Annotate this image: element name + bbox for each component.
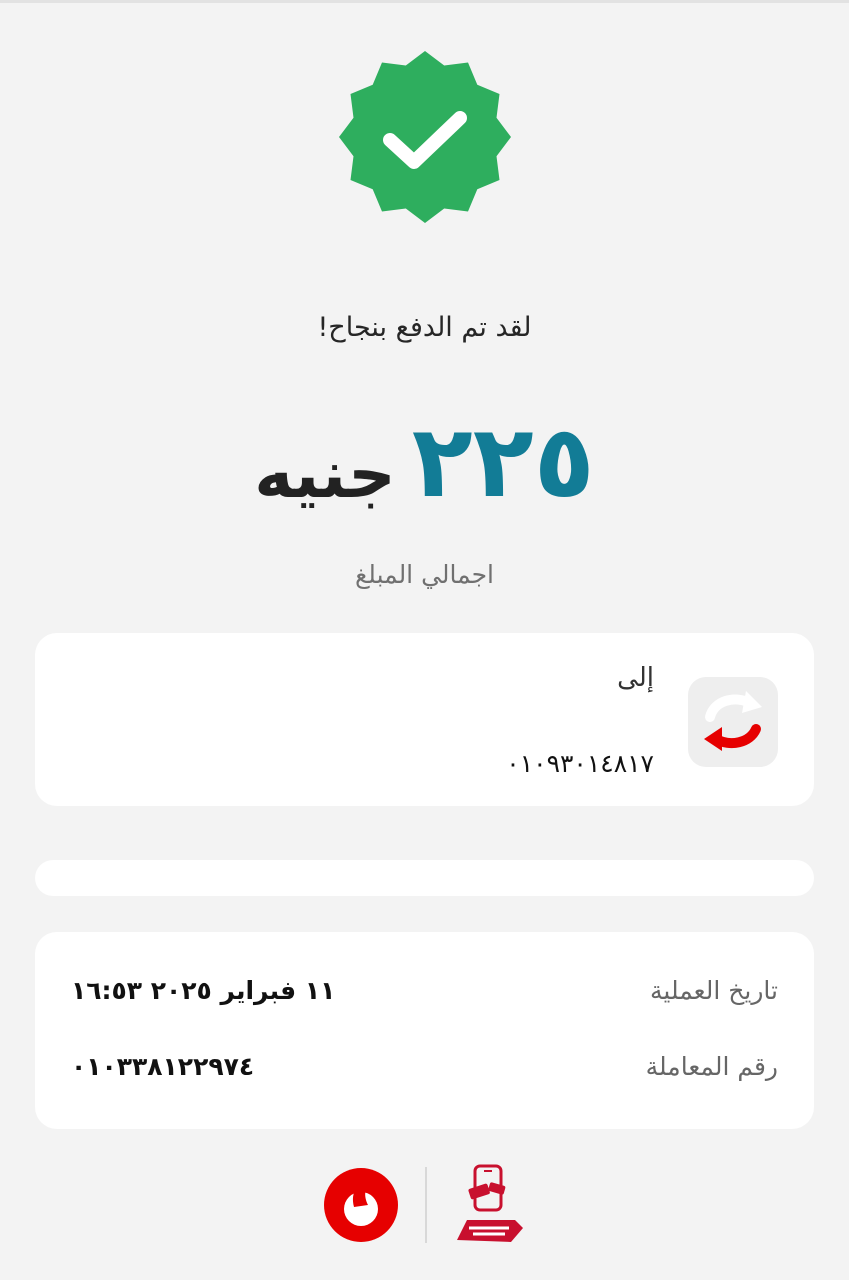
transaction-details-card: تاريخ العملية ١١ فبراير ٢٠٢٥ ١٦:٥٣ رقم ا… — [35, 932, 814, 1129]
recipient-number: ٠١٠٩٣٠١٤٨١٧ — [506, 749, 654, 778]
logo-divider — [424, 1167, 427, 1243]
amount-display: جنيه ٢٢٥ — [0, 412, 849, 512]
recipient-card: إلى ٠١٠٩٣٠١٤٨١٧ — [35, 633, 814, 806]
recipient-to-label: إلى — [617, 663, 654, 693]
transfer-arrows-icon — [688, 677, 778, 767]
amount-currency: جنيه — [254, 436, 396, 513]
success-message: لقد تم الدفع بنجاح! — [317, 312, 532, 343]
transaction-id-value: ٠١٠٣٣٨١٢٢٩٧٤ — [71, 1052, 255, 1081]
date-label: تاريخ العملية — [650, 976, 778, 1005]
transaction-id-label: رقم المعاملة — [645, 1052, 778, 1081]
date-value: ١١ فبراير ٢٠٢٥ ١٦:٥٣ — [71, 976, 336, 1005]
vodafone-logo — [323, 1168, 398, 1242]
success-check-icon — [339, 51, 511, 223]
footer-logos — [0, 1160, 849, 1250]
vodafone-cash-logo — [456, 1164, 523, 1242]
empty-card — [35, 860, 814, 896]
amount-value: ٢٢٥ — [411, 403, 595, 520]
top-border — [0, 0, 849, 3]
total-amount-label: اجمالي المبلغ — [354, 560, 494, 589]
